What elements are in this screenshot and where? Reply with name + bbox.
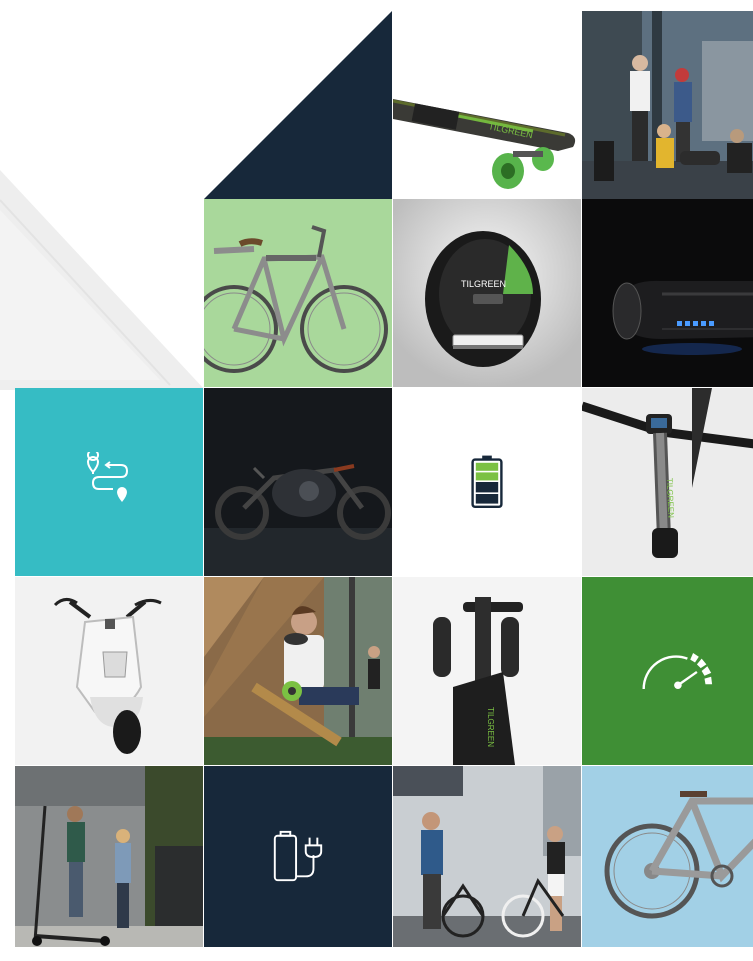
modern-bicycle-photo <box>582 766 753 947</box>
battery-icon <box>471 455 503 509</box>
people-walking-scooter-photo <box>15 766 203 947</box>
unicycle-logo: TILGREEN <box>461 279 506 289</box>
folded-logo: TILGREEN <box>486 707 495 747</box>
electric-skateboard-photo: TILGREEN <box>393 11 581 199</box>
speedometer-icon <box>642 652 713 690</box>
group-with-rideables-photo <box>582 11 753 199</box>
electric-moped-photo <box>15 577 203 765</box>
hoverboard-photo <box>582 199 753 387</box>
charger-icon <box>273 830 323 881</box>
route-icon <box>86 452 129 502</box>
man-with-skateboard-photo <box>204 577 392 765</box>
kick-scooter-handlebar-photo: TILGREEN <box>582 388 753 576</box>
folded-scooter-photo: TILGREEN <box>393 577 581 765</box>
speed-tile <box>582 577 753 765</box>
route-tile <box>15 388 203 576</box>
charging-tile <box>204 766 392 947</box>
electric-unicycle-photo: TILGREEN <box>393 199 581 387</box>
scooter-logo: TILGREEN <box>665 478 675 519</box>
battery-tile <box>393 388 581 576</box>
couple-with-bicycles-photo <box>393 766 581 947</box>
electric-motorcycle-photo <box>204 388 392 576</box>
electric-bicycle-photo <box>204 199 392 387</box>
